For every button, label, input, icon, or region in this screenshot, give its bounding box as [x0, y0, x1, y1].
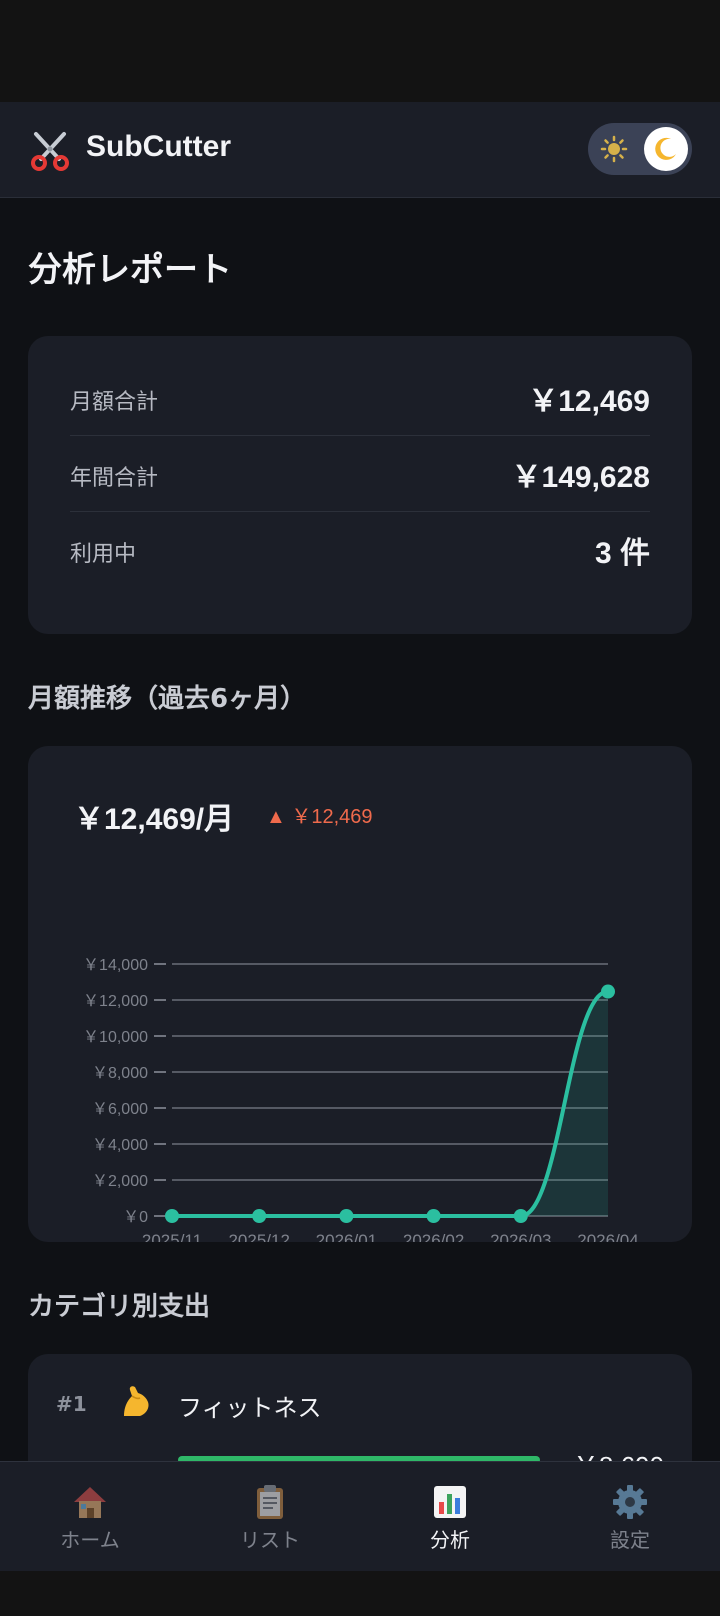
x-axis-tick-label: 2026/03: [490, 1231, 551, 1242]
summary-label: 月額合計: [70, 390, 159, 415]
page-title: 分析レポート: [28, 250, 232, 290]
series-area-fill: [172, 991, 608, 1216]
nav-label: ホーム: [60, 1528, 120, 1552]
nav-settings[interactable]: 設定: [540, 1462, 720, 1572]
summary-value: ￥12,469: [528, 385, 650, 418]
sun-icon: [600, 135, 628, 163]
y-axis-tick-label: ￥10,000: [83, 1029, 148, 1046]
toggle-knob: [644, 127, 688, 171]
house-icon: [74, 1487, 106, 1518]
app-title: SubCutter: [86, 130, 231, 163]
gear-icon: [613, 1485, 647, 1519]
series-line: [170, 989, 610, 1218]
summary-value: ￥149,628: [511, 461, 650, 494]
y-axis-tick-label: ￥4,000: [92, 1137, 148, 1154]
summary-value: 3 件: [594, 537, 650, 570]
data-point: [601, 984, 615, 999]
x-axis-tick-label: 2026/02: [403, 1231, 464, 1242]
status-bar: [0, 0, 720, 102]
data-point: [252, 1209, 267, 1223]
x-axis-tick-label: 2025/12: [228, 1231, 289, 1242]
scissors-icon: [31, 132, 69, 171]
summary-label: 年間合計: [70, 466, 159, 491]
x-axis-tick-label: 2026/04: [577, 1231, 638, 1242]
trend-chart-card: ￥12,469/月 ▲ ￥12,469 ￥0 ￥2,000 ￥4,000 ￥6,000…: [28, 746, 692, 1242]
y-axis-tick-label: ￥8,000: [92, 1065, 148, 1082]
moon-icon: [655, 137, 676, 160]
data-point: [426, 1209, 441, 1223]
nav-label: 分析: [430, 1528, 470, 1552]
data-point: [513, 1209, 528, 1223]
y-axis-tick-label: ￥2,000: [92, 1173, 148, 1190]
y-axis-tick-label: ￥12,000: [83, 993, 148, 1010]
trend-line-chart: ￥0 ￥2,000 ￥4,000 ￥6,000 ￥8,000 ￥10,000 ￥12,000…: [83, 957, 639, 1242]
y-axis-tick-label: ￥0: [123, 1209, 148, 1226]
x-axis-tick-label: 2025/11: [142, 1231, 202, 1242]
summary-card: 月額合計 ￥12,469 年間合計 ￥149,628 利用中 3 件: [28, 336, 692, 634]
category-name: フィットネス: [178, 1394, 322, 1422]
nav-label: 設定: [610, 1528, 650, 1552]
category-section-title: カテゴリ別支出: [28, 1292, 211, 1322]
bottom-nav: ホーム リスト 分析 設定: [0, 1461, 720, 1571]
system-nav-area: [0, 1571, 720, 1616]
app-header: SubCutter: [0, 102, 720, 198]
trend-section-title: 月額推移（過去6ヶ月）: [28, 684, 307, 714]
data-point: [165, 1209, 179, 1223]
app-screen: SubCutter 分析レポート 月額合計 ￥12,469 年間合計 ￥149,…: [0, 102, 720, 1616]
nav-list[interactable]: リスト: [180, 1462, 360, 1572]
nav-analytics[interactable]: 分析: [360, 1462, 540, 1572]
summary-row-yearly: 年間合計 ￥149,628: [70, 436, 650, 512]
summary-row-monthly: 月額合計 ￥12,469: [70, 360, 650, 436]
category-rank: #1: [56, 1392, 87, 1416]
nav-home[interactable]: ホーム: [0, 1462, 180, 1572]
data-point: [339, 1209, 354, 1223]
flexed-biceps-icon: [124, 1386, 149, 1416]
clipboard-icon: [257, 1485, 283, 1519]
y-axis-tick-label: ￥14,000: [83, 957, 148, 974]
y-axis-tick-label: ￥6,000: [92, 1101, 148, 1118]
x-axis-tick-label: 2026/01: [316, 1231, 377, 1242]
bar-chart-icon: [434, 1486, 466, 1518]
summary-label: 利用中: [70, 542, 137, 567]
summary-row-active: 利用中 3 件: [70, 512, 650, 588]
theme-toggle[interactable]: [588, 123, 692, 175]
nav-label: リスト: [240, 1528, 300, 1552]
